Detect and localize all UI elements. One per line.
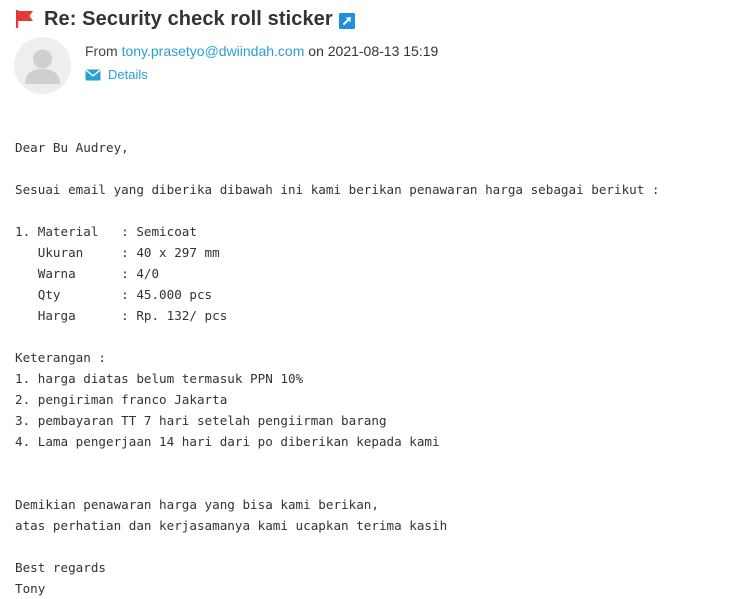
body-line: Ukuran : 40 x 297 mm: [15, 245, 220, 260]
body-line: atas perhatian dan kerjasamanya kami uca…: [15, 518, 448, 533]
body-line: Dear Bu Audrey,: [15, 140, 129, 155]
details-label: Details: [108, 67, 148, 82]
body-line: [15, 536, 659, 557]
body-line: [15, 326, 659, 347]
sender-line: From tony.prasetyo@dwiindah.com on 2021-…: [85, 43, 438, 59]
details-button[interactable]: Details: [85, 67, 148, 82]
flag-icon[interactable]: [14, 8, 36, 30]
body-line: Best regards: [15, 560, 106, 575]
body-line: Demikian penawaran harga yang bisa kami …: [15, 497, 379, 512]
sender-email-link[interactable]: tony.prasetyo@dwiindah.com: [122, 43, 305, 59]
body-line: 1. Material : Semicoat: [15, 224, 197, 239]
body-line: [15, 452, 659, 473]
body-line: [15, 473, 659, 494]
envelope-icon: [85, 69, 101, 81]
body-line: Warna : 4/0: [15, 266, 160, 281]
body-line: Keterangan :: [15, 350, 106, 365]
body-line: Qty : 45.000 pcs: [15, 287, 213, 302]
body-line: [15, 158, 659, 179]
message-date: 2021-08-13 15:19: [327, 43, 439, 59]
date-prefix: on: [308, 43, 324, 59]
body-line: 3. pembayaran TT 7 hari setelah pengiirm…: [15, 413, 387, 428]
body-line: Sesuai email yang diberika dibawah ini k…: [15, 182, 660, 197]
body-line: [15, 200, 659, 221]
body-line: 1. harga diatas belum termasuk PPN 10%: [15, 371, 304, 386]
open-external-icon[interactable]: [338, 12, 355, 29]
body-line: Tony: [15, 581, 46, 596]
message-header: Re: Security check roll sticker: [14, 6, 731, 32]
message-body: Dear Bu Audrey, Sesuai email yang diberi…: [15, 137, 659, 599]
avatar: [14, 37, 71, 94]
body-line: 2. pengiriman franco Jakarta: [15, 392, 228, 407]
body-line: 4. Lama pengerjaan 14 hari dari po diber…: [15, 434, 440, 449]
from-label: From: [85, 43, 118, 59]
message-subject: Re: Security check roll sticker: [44, 7, 333, 30]
body-line: Harga : Rp. 132/ pcs: [15, 308, 228, 323]
